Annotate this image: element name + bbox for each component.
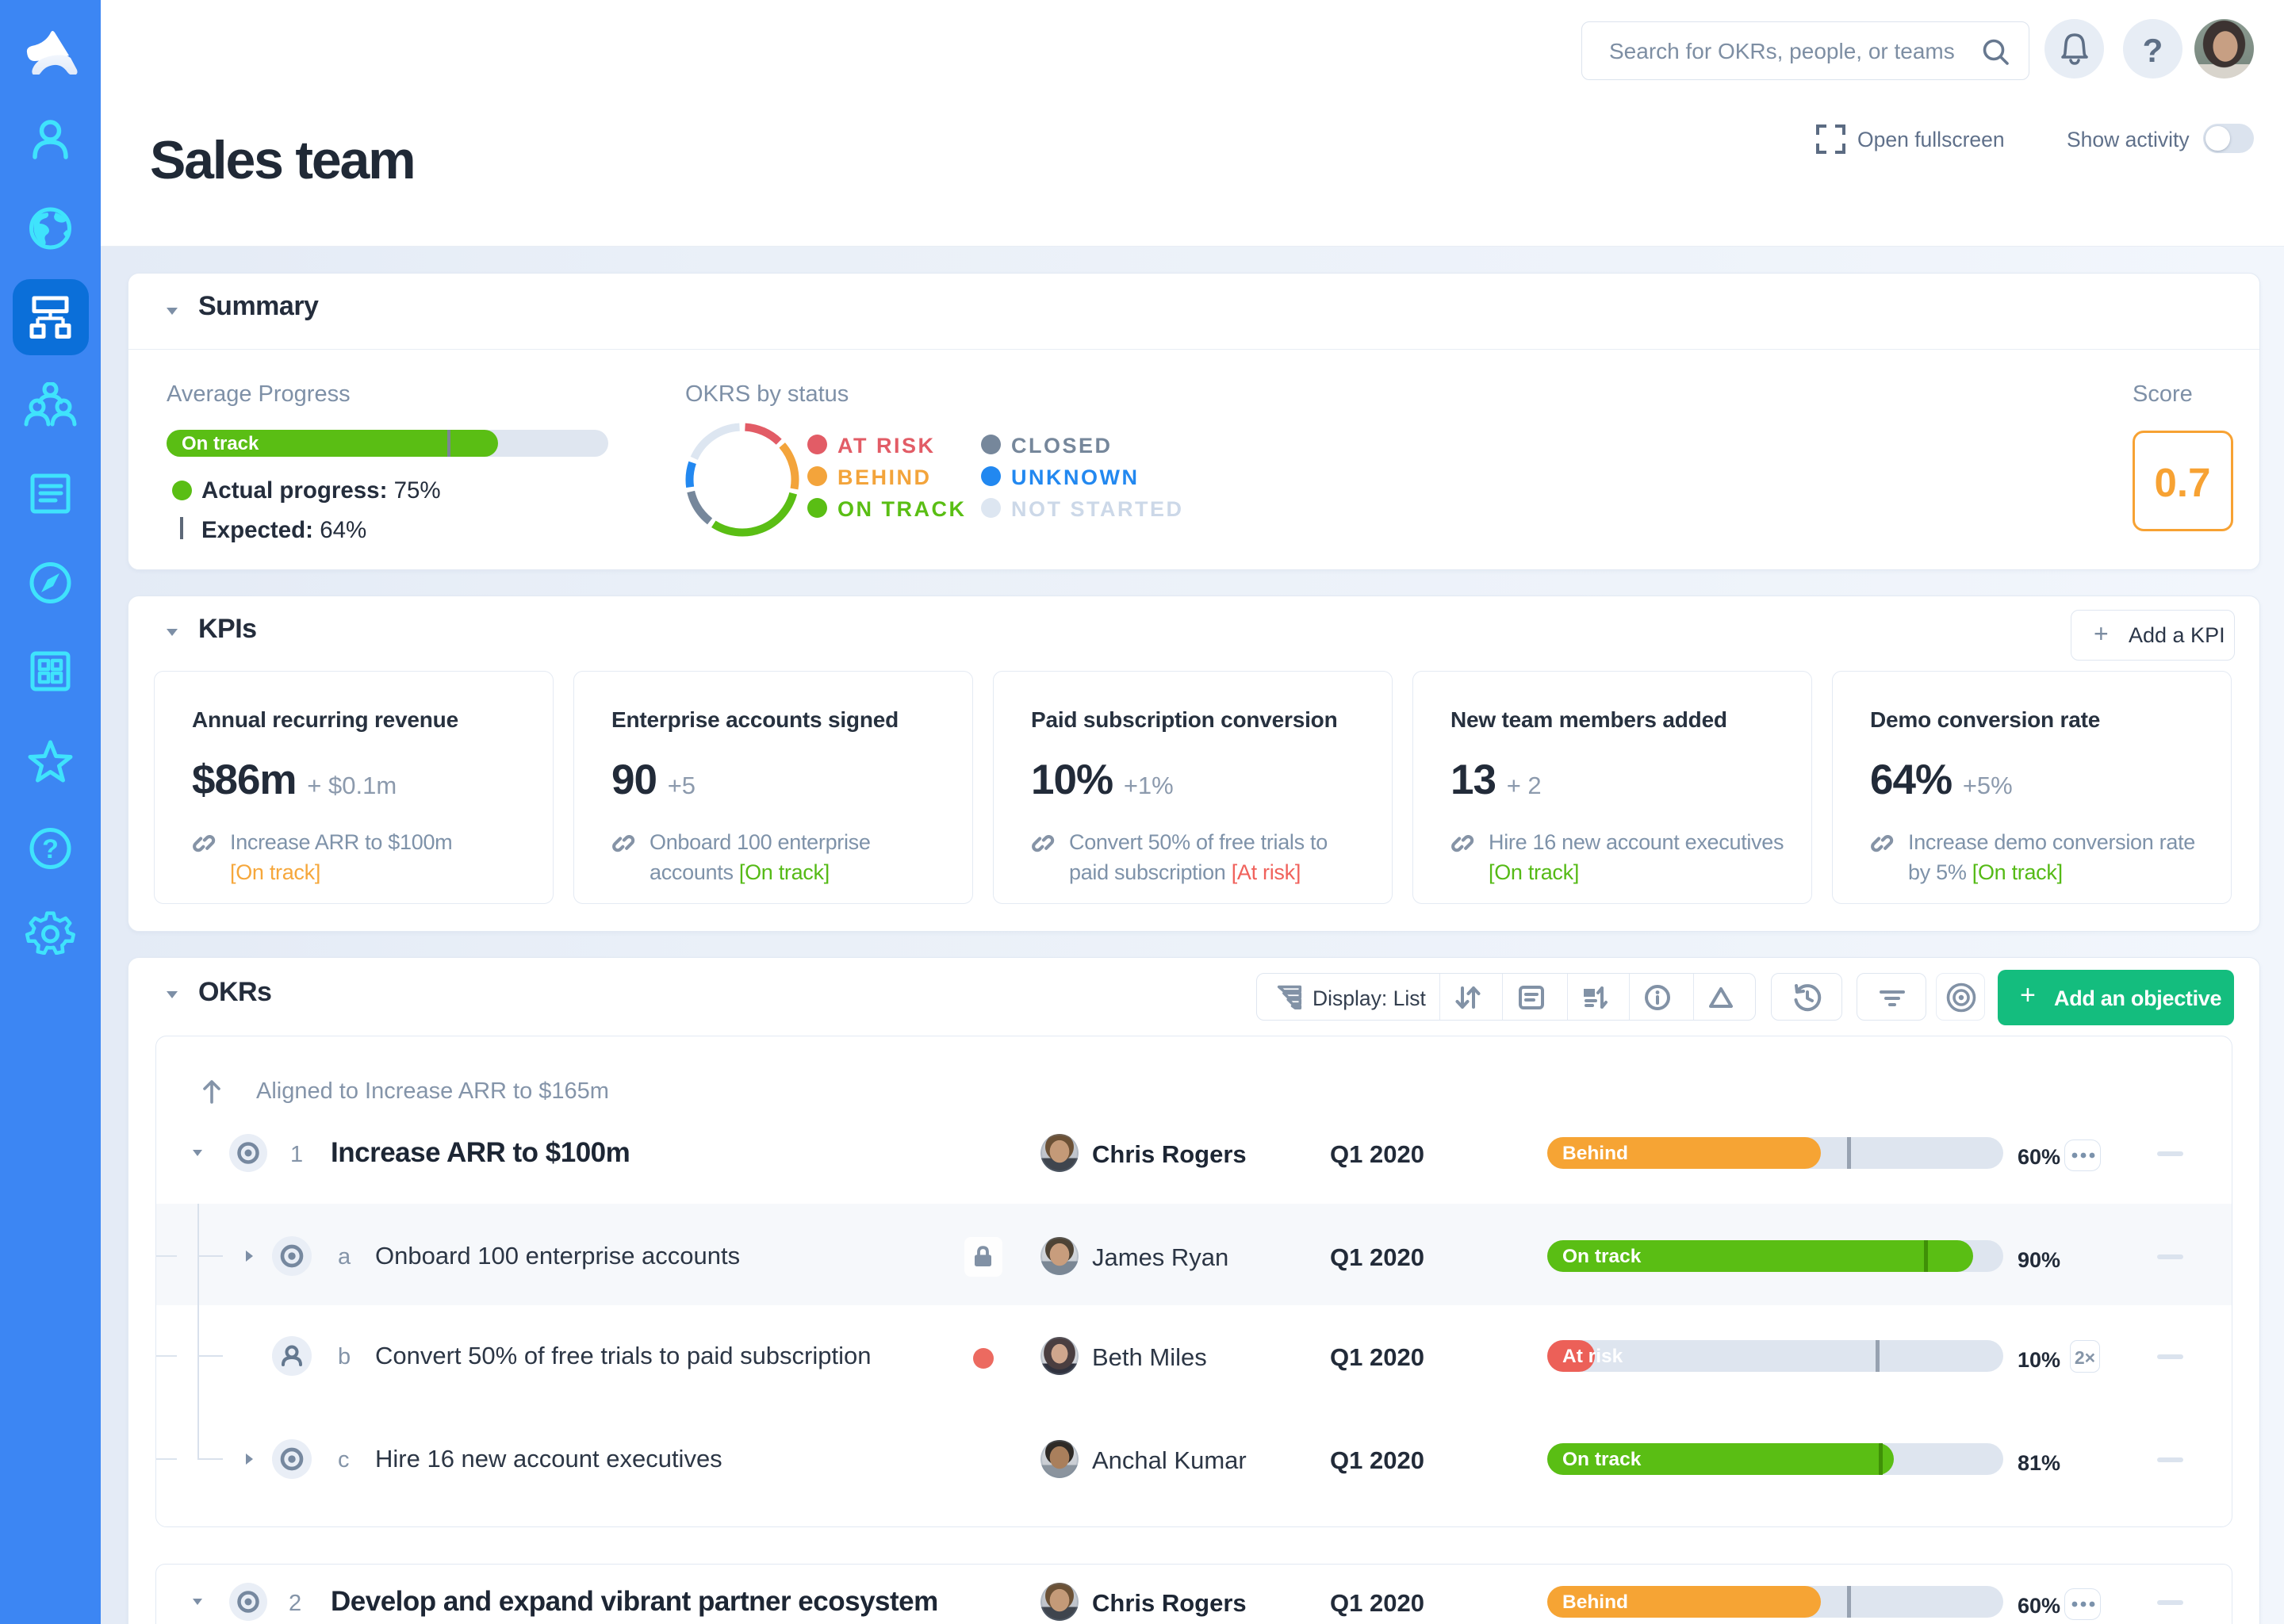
- svg-text:?: ?: [42, 834, 59, 864]
